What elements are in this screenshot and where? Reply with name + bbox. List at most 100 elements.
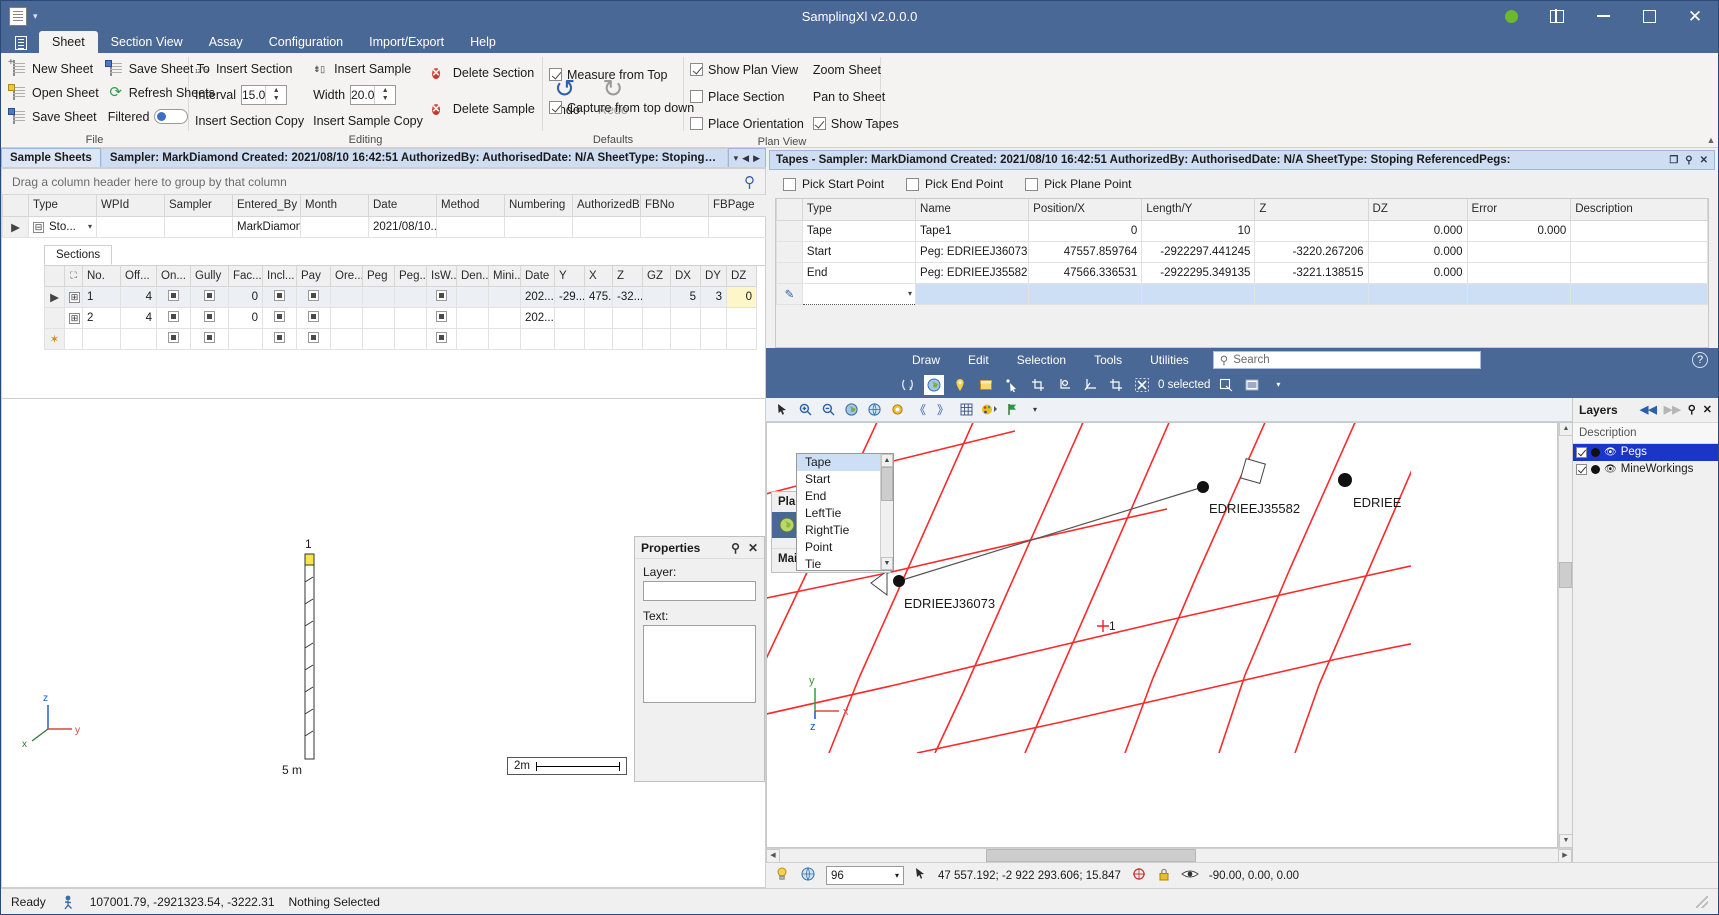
list-icon[interactable] bbox=[1242, 375, 1262, 395]
group-by-hint[interactable]: Drag a column header here to group by th… bbox=[2, 169, 765, 195]
sections-column-off[interactable]: Off... bbox=[121, 266, 157, 287]
cell-description[interactable] bbox=[1571, 262, 1708, 283]
interval-spinner-arrows[interactable]: ▲▼ bbox=[265, 86, 286, 104]
crop-icon[interactable] bbox=[1028, 375, 1048, 395]
insert-section-button[interactable]: ₁₂⁺₃ Insert Section bbox=[195, 58, 304, 79]
cell-z[interactable] bbox=[1255, 220, 1368, 241]
checkbox-icon[interactable] bbox=[1576, 464, 1587, 475]
cell-type[interactable]: End bbox=[802, 262, 915, 283]
cell-gully[interactable] bbox=[191, 308, 229, 329]
scale-combo[interactable]: 96 ▾ bbox=[826, 866, 904, 885]
sections-expand-cell[interactable]: ⊞ bbox=[65, 287, 83, 308]
table-row[interactable]: ▶ ⊟Sto... ▾ MarkDiamond 2021/08/10... bbox=[3, 216, 777, 237]
measure-from-top-checkbox[interactable]: Measure from Top bbox=[549, 64, 694, 85]
cad-menu-draw[interactable]: Draw bbox=[898, 353, 954, 367]
sections-column-mini[interactable]: Mini... bbox=[489, 266, 521, 287]
cell-numbering[interactable] bbox=[505, 216, 573, 237]
tapes-column-name[interactable]: Name bbox=[916, 199, 1029, 220]
visibility-icon[interactable]: 👁 bbox=[1604, 464, 1617, 475]
scrollbar-thumb[interactable] bbox=[986, 849, 1196, 862]
prev-tab-icon[interactable]: ◀ bbox=[742, 153, 749, 164]
cell-no[interactable] bbox=[83, 329, 121, 350]
cell-ore[interactable] bbox=[331, 287, 363, 308]
cell-dz[interactable]: 0.000 bbox=[1368, 262, 1467, 283]
cell-fac[interactable]: 0 bbox=[229, 287, 263, 308]
cell-description[interactable] bbox=[1571, 241, 1708, 262]
scrollbar-thumb[interactable] bbox=[881, 467, 893, 501]
cell-gully[interactable] bbox=[191, 329, 229, 350]
scrollbar-track[interactable] bbox=[881, 467, 893, 557]
cad-menu-utilities[interactable]: Utilities bbox=[1136, 353, 1203, 367]
sections-column-pay[interactable]: Pay bbox=[297, 266, 331, 287]
cell-type-editor[interactable]: ▾ bbox=[802, 283, 915, 304]
sections-column-no[interactable]: No. bbox=[83, 266, 121, 287]
cell-error[interactable] bbox=[1467, 241, 1571, 262]
cell-on[interactable] bbox=[157, 287, 191, 308]
clear-selection-icon[interactable] bbox=[1132, 375, 1152, 395]
scrollbar-track[interactable] bbox=[1559, 436, 1572, 835]
scroll-down-icon[interactable]: ▼ bbox=[1559, 834, 1573, 848]
cell-type[interactable]: Tape bbox=[802, 220, 915, 241]
viewport-vertical-scrollbar[interactable]: ▲ ▼ bbox=[1558, 422, 1572, 849]
expand-icon[interactable]: ⊞ bbox=[69, 292, 80, 303]
sections-column-dz[interactable]: DZ bbox=[727, 266, 757, 287]
cell-peg2[interactable] bbox=[395, 287, 427, 308]
column-header-type[interactable]: Type bbox=[29, 195, 97, 216]
window-layout-icon[interactable] bbox=[1534, 1, 1580, 31]
cell-peg2[interactable] bbox=[395, 308, 427, 329]
sections-column-y[interactable]: Y bbox=[555, 266, 585, 287]
cell-fac[interactable] bbox=[229, 329, 263, 350]
column-header-sampler[interactable]: Sampler bbox=[165, 195, 233, 216]
maximize-button[interactable] bbox=[1626, 1, 1672, 31]
scroll-up-icon[interactable]: ▲ bbox=[1559, 422, 1573, 436]
cell-ore[interactable] bbox=[331, 308, 363, 329]
cell-y[interactable] bbox=[555, 308, 585, 329]
cell-length-y[interactable]: 10 bbox=[1142, 220, 1255, 241]
zoom-out-icon[interactable] bbox=[819, 400, 837, 418]
scroll-left-icon[interactable]: ◀ bbox=[766, 849, 780, 863]
close-icon[interactable]: ✕ bbox=[748, 541, 758, 555]
resize-grip[interactable] bbox=[1696, 896, 1708, 908]
ribbon-menu-icon[interactable] bbox=[9, 33, 33, 53]
cell-position-x[interactable]: 0 bbox=[1029, 220, 1142, 241]
cell-name[interactable]: Peg: EDRIEEJ36073 bbox=[916, 241, 1029, 262]
save-sheet-button[interactable]: Save Sheet bbox=[11, 106, 99, 127]
cell-pay[interactable] bbox=[297, 287, 331, 308]
cell-mini[interactable] bbox=[489, 329, 521, 350]
cell-peg2[interactable] bbox=[395, 329, 427, 350]
minimize-button[interactable] bbox=[1580, 1, 1626, 31]
cell-x[interactable] bbox=[585, 329, 613, 350]
table-row-editing[interactable]: ✎ ▾ bbox=[777, 283, 1708, 304]
cell-off[interactable]: 4 bbox=[121, 308, 157, 329]
sections-column-peg[interactable]: Peg bbox=[363, 266, 395, 287]
cell-error[interactable]: 0.000 bbox=[1467, 220, 1571, 241]
table-row-new[interactable]: ✶ bbox=[45, 329, 757, 350]
prev-icon[interactable]: ◀◀ bbox=[1640, 403, 1657, 416]
cell-z[interactable]: -3221.138515 bbox=[1255, 262, 1368, 283]
cell-dx[interactable] bbox=[671, 329, 701, 350]
globe-icon[interactable] bbox=[778, 516, 796, 534]
cell-gz[interactable] bbox=[643, 308, 671, 329]
dropdown-option-tape[interactable]: Tape bbox=[797, 454, 880, 471]
cell-incl[interactable] bbox=[263, 287, 297, 308]
cell-dy[interactable] bbox=[701, 329, 727, 350]
sections-column-x[interactable]: X bbox=[585, 266, 613, 287]
cell-gz[interactable] bbox=[643, 329, 671, 350]
visibility-icon[interactable]: 👁 bbox=[1604, 447, 1617, 458]
tapes-column-dz[interactable]: DZ bbox=[1368, 199, 1467, 220]
cell-error[interactable] bbox=[1467, 262, 1571, 283]
tab-sheet-document[interactable]: Sampler: MarkDiamond Created: 2021/08/10… bbox=[101, 148, 728, 167]
table-row[interactable]: ⊞ 2 4 0 bbox=[45, 308, 757, 329]
cell-date[interactable]: 202... bbox=[521, 287, 555, 308]
next-icon[interactable]: ▶▶ bbox=[1664, 403, 1681, 416]
cell-name[interactable]: Tape1 bbox=[916, 220, 1029, 241]
chevron-down-icon[interactable]: ▾ bbox=[895, 871, 899, 880]
cell-description[interactable] bbox=[1571, 283, 1708, 304]
cell-z[interactable]: -3220.267206 bbox=[1255, 241, 1368, 262]
dropdown-option-righttie[interactable]: RightTie bbox=[797, 522, 880, 539]
cell-date[interactable]: 202... bbox=[521, 308, 555, 329]
cell-position-x[interactable] bbox=[1029, 283, 1142, 304]
column-header-entered-by[interactable]: Entered_By bbox=[233, 195, 301, 216]
place-section-checkbox[interactable]: Place Section bbox=[690, 86, 804, 107]
restore-icon[interactable]: ❐ bbox=[1669, 155, 1678, 166]
